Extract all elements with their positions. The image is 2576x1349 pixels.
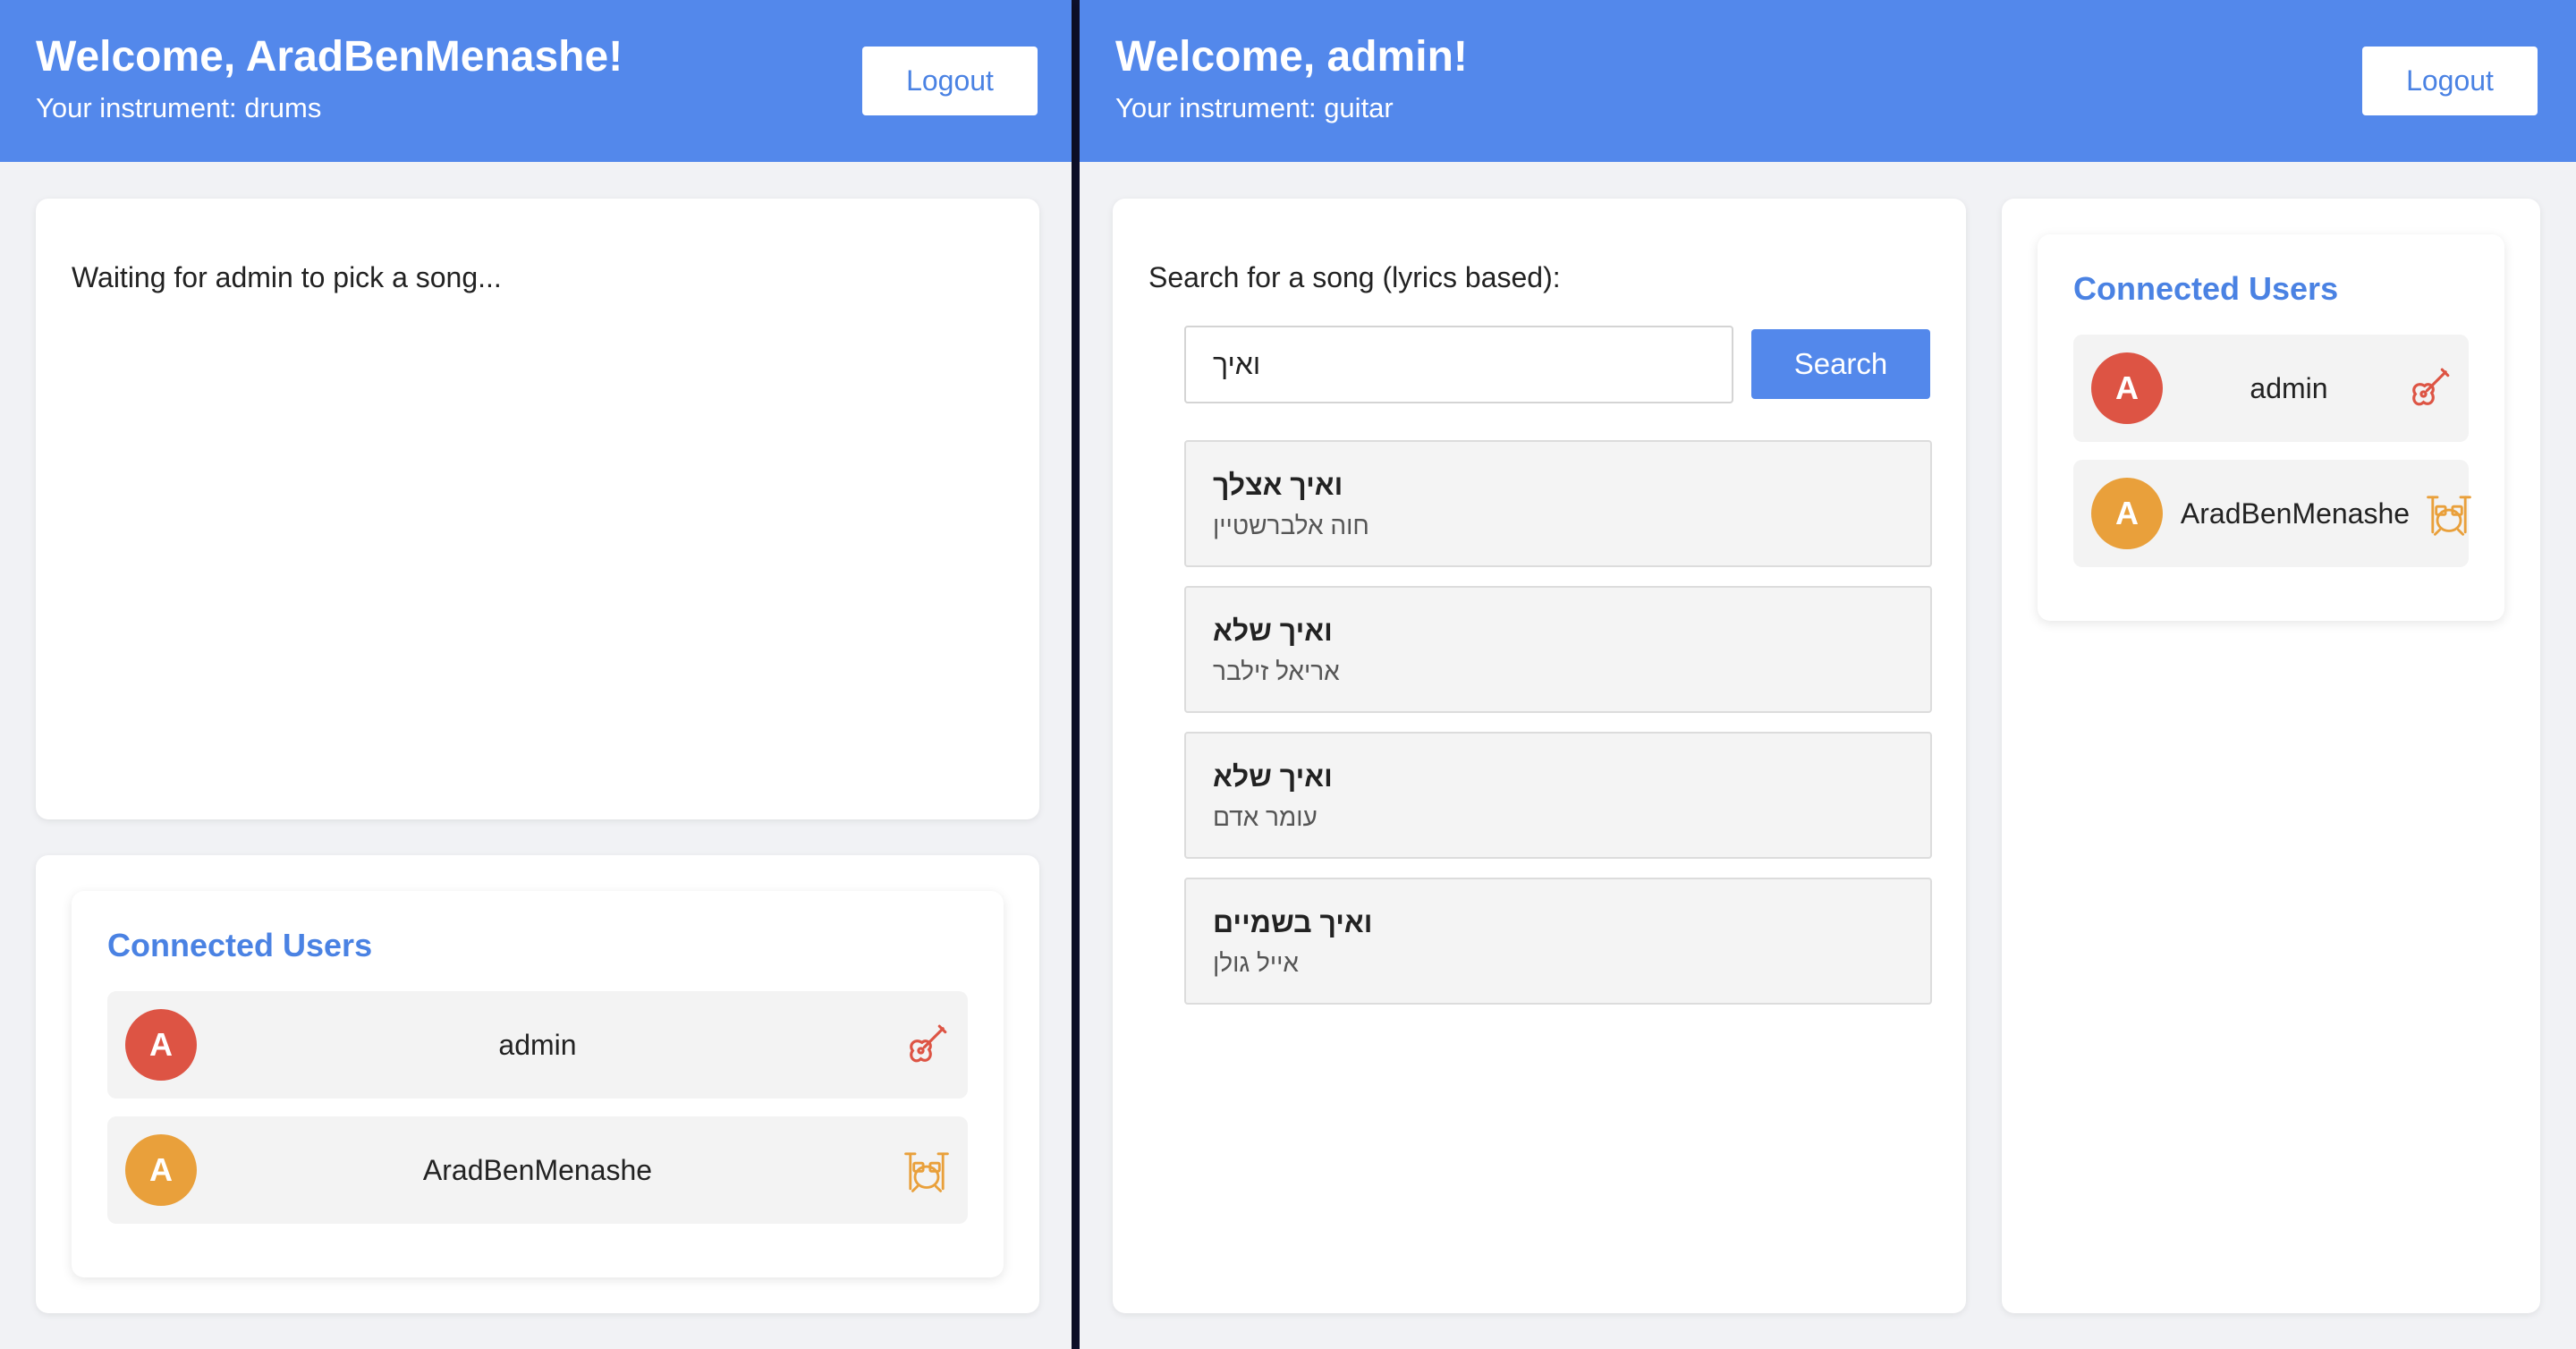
search-label: Search for a song (lyrics based):: [1148, 261, 1561, 293]
logout-button[interactable]: Logout: [2362, 47, 2538, 115]
header: Welcome, AradBenMenashe! Your instrument…: [0, 0, 1072, 162]
right-window: Welcome, admin! Your instrument: guitar …: [1080, 0, 2576, 1349]
song-artist: אייל גולן: [1213, 949, 1299, 977]
song-result[interactable]: ואיך אצלך חוה אלברשטיין: [1184, 440, 1932, 567]
user-row: A AradBenMenashe: [107, 1116, 968, 1224]
connected-users-title: Connected Users: [2073, 270, 2339, 307]
song-search-card: Search for a song (lyrics based): Search…: [1113, 199, 1966, 1313]
users-panel: Connected Users A admin A AradBenMenashe: [36, 855, 1039, 1313]
avatar: A: [125, 1009, 197, 1081]
header: Welcome, admin! Your instrument: guitar …: [1080, 0, 2576, 162]
song-artist: חוה אלברשטיין: [1213, 512, 1369, 539]
user-name: AradBenMenashe: [2180, 497, 2411, 530]
user-row: A admin: [2073, 335, 2469, 442]
song-artist: אריאל זילבר: [1213, 658, 1340, 685]
guitar-icon: [2412, 368, 2450, 406]
user-row: A admin: [107, 991, 968, 1099]
instrument-label: Your instrument: guitar: [1115, 92, 1394, 123]
left-window: Welcome, AradBenMenashe! Your instrument…: [0, 0, 1072, 1349]
guitar-icon: [910, 1024, 947, 1063]
song-title: ואיך אצלך: [1213, 469, 1343, 501]
avatar: A: [2091, 478, 2163, 549]
user-name: AradBenMenashe: [422, 1154, 653, 1186]
connected-users-card: Connected Users A admin A AradBenMenashe: [72, 891, 1004, 1277]
song-title: ואיך שלא: [1213, 760, 1333, 793]
avatar: A: [2091, 352, 2163, 424]
avatar: A: [125, 1134, 197, 1206]
instrument-label: Your instrument: drums: [36, 92, 322, 123]
drums-icon: [904, 1152, 949, 1192]
user-name: admin: [2250, 372, 2328, 404]
search-button[interactable]: Search: [1751, 329, 1930, 399]
search-input[interactable]: [1184, 326, 1733, 403]
song-artist: עומר אדם: [1213, 803, 1318, 831]
users-panel: Connected Users A admin A AradBenMenashe: [2002, 199, 2540, 1313]
welcome-title: Welcome, AradBenMenashe!: [36, 33, 623, 81]
song-result[interactable]: ואיך שלא עומר אדם: [1184, 732, 1932, 859]
user-name: admin: [498, 1029, 577, 1061]
waiting-card: Waiting for admin to pick a song...: [36, 199, 1039, 819]
song-title: ואיך בשמיים: [1213, 906, 1373, 938]
drums-icon: [2427, 496, 2471, 536]
song-result[interactable]: ואיך שלא אריאל זילבר: [1184, 586, 1932, 713]
song-result[interactable]: ואיך בשמיים אייל גולן: [1184, 878, 1932, 1005]
connected-users-title: Connected Users: [107, 927, 373, 963]
waiting-message: Waiting for admin to pick a song...: [72, 261, 502, 293]
connected-users-card: Connected Users A admin A AradBenMenashe: [2038, 234, 2504, 621]
logout-button[interactable]: Logout: [862, 47, 1038, 115]
song-title: ואיך שלא: [1213, 615, 1333, 647]
welcome-title: Welcome, admin!: [1115, 33, 1468, 81]
user-row: A AradBenMenashe: [2073, 460, 2471, 567]
